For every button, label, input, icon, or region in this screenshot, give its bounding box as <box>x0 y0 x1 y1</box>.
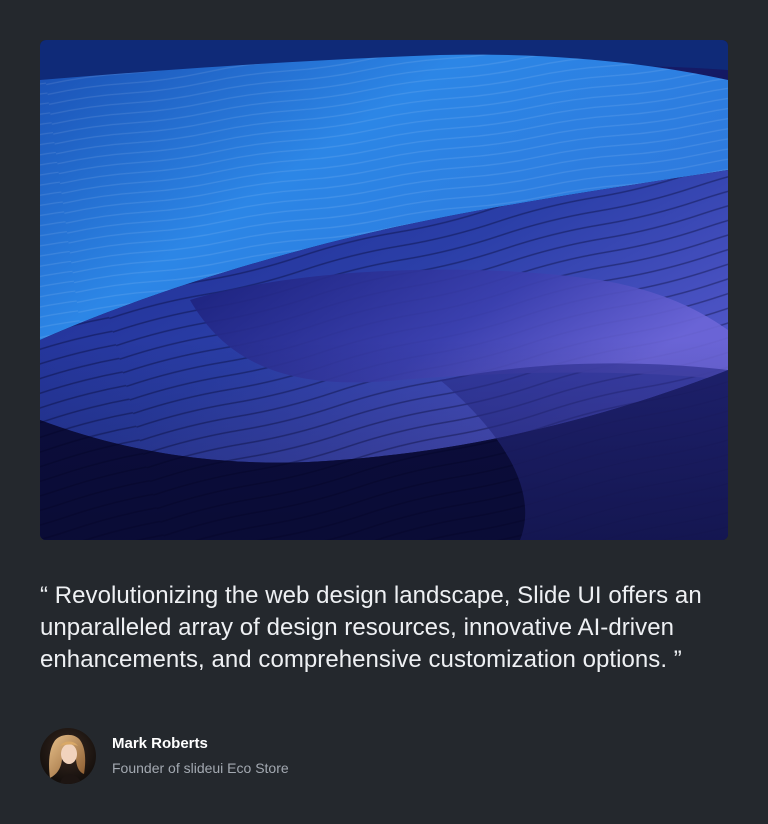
author-block: Mark Roberts Founder of slideui Eco Stor… <box>40 728 289 784</box>
hero-image <box>40 40 728 540</box>
user-avatar-icon <box>40 728 96 784</box>
author-name: Mark Roberts <box>112 735 208 752</box>
testimonial-card: “ Revolutionizing the web design landsca… <box>0 0 768 824</box>
testimonial-quote: “ Revolutionizing the web design landsca… <box>40 582 702 673</box>
sand-dunes-image <box>40 40 728 540</box>
author-avatar <box>40 728 96 784</box>
author-meta: Mark Roberts Founder of slideui Eco Stor… <box>112 734 289 778</box>
author-title: Founder of slideui Eco Store <box>112 760 289 776</box>
